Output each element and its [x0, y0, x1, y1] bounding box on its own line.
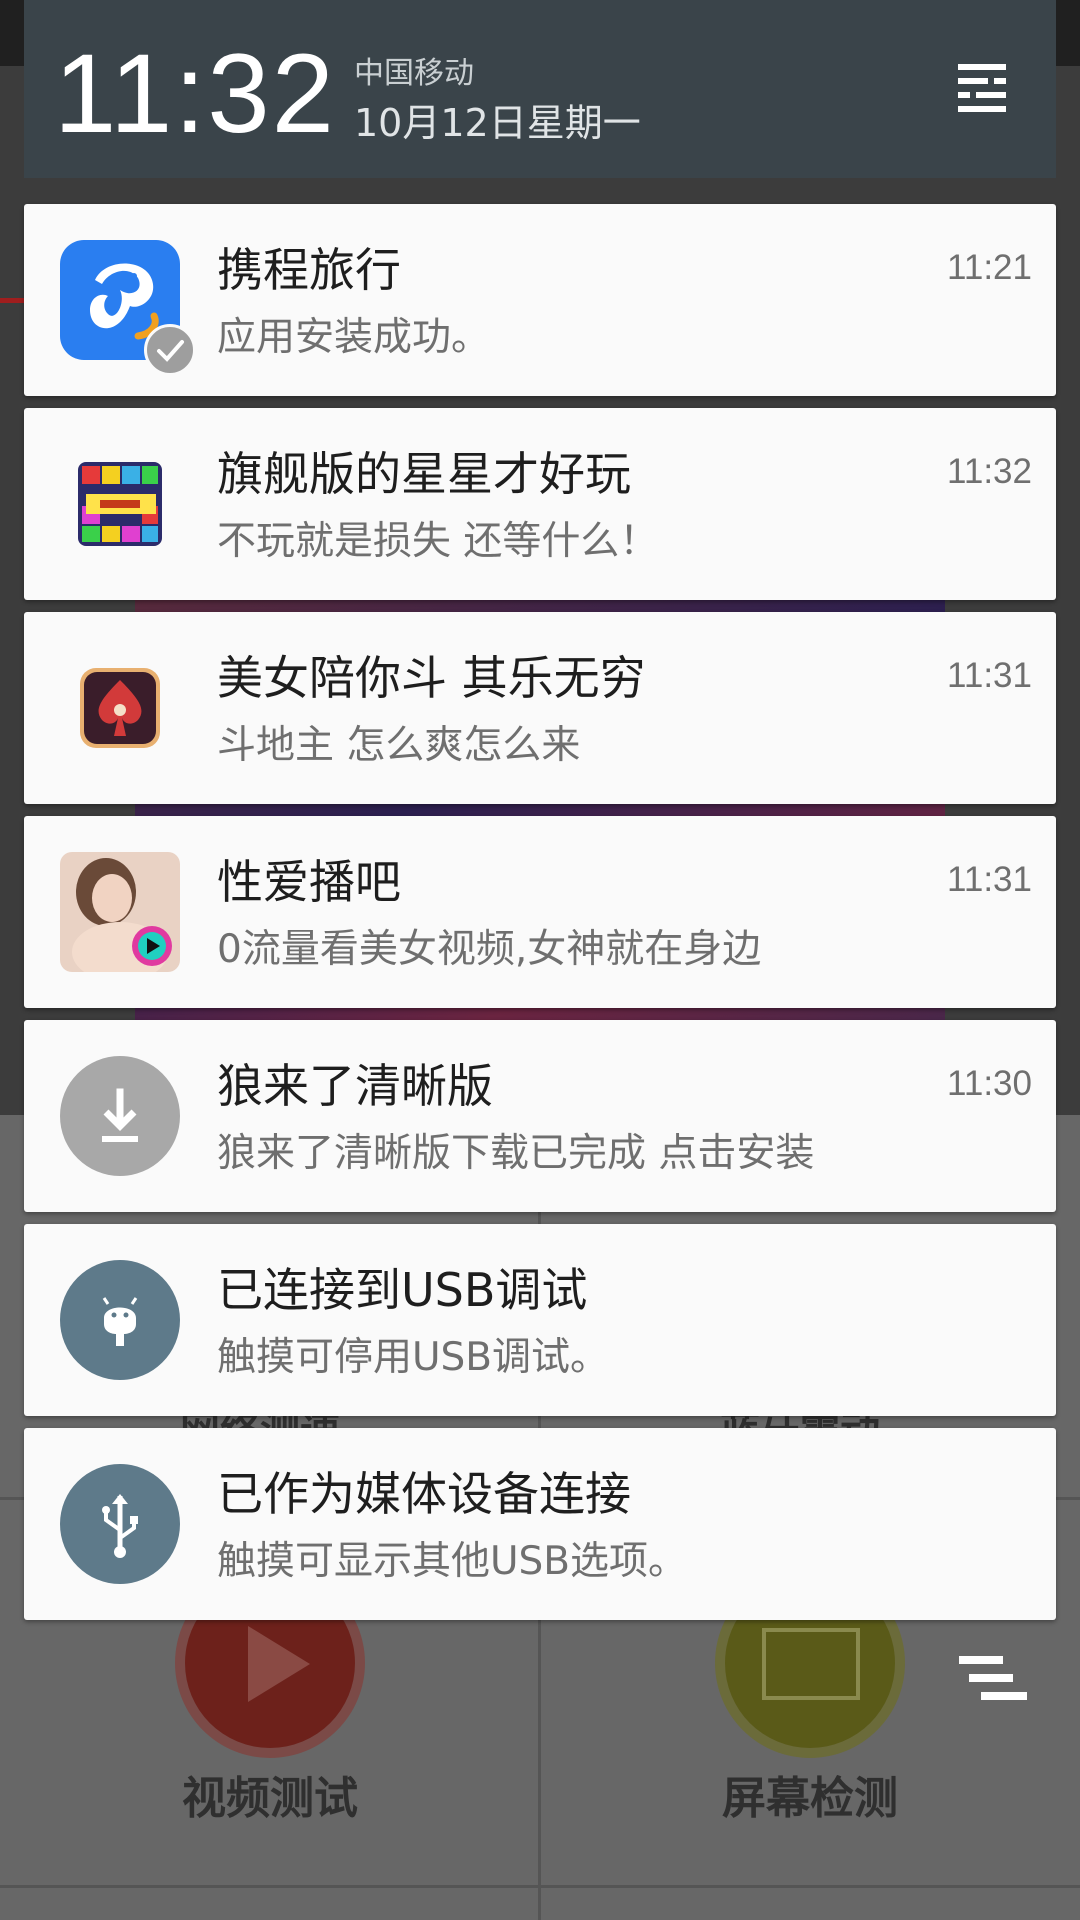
clock: 11:32 — [54, 31, 336, 156]
notification-card-popstar[interactable]: 旗舰版的星星才好玩 不玩就是损失 还等什么！ 11:32 — [24, 408, 1056, 600]
notification-text: 不玩就是损失 还等什么！ — [217, 519, 659, 564]
screen-icon — [762, 1628, 860, 1700]
check-badge-icon — [144, 324, 196, 376]
notification-title: 已连接到USB调试 — [217, 1263, 588, 1317]
screen-test-label: 屏幕检测 — [722, 1773, 898, 1824]
notification-card-video-app[interactable]: 性爱播吧 0流量看美女视频,女神就在身边 11:31 — [24, 816, 1056, 1008]
download-icon — [60, 1056, 180, 1176]
notification-text: 斗地主 怎么爽怎么来 — [217, 723, 581, 768]
notification-card-usb-debugging[interactable]: 已连接到USB调试 触摸可停用USB调试。 — [24, 1224, 1056, 1416]
popstar-game-icon — [60, 444, 180, 564]
notification-time: 11:31 — [947, 656, 1032, 695]
notification-title: 性爱播吧 — [217, 855, 401, 909]
notification-title: 携程旅行 — [217, 243, 401, 297]
usb-icon — [60, 1464, 180, 1584]
notification-text: 触摸可停用USB调试。 — [217, 1335, 610, 1380]
notification-card-ctrip[interactable]: 携程旅行 应用安装成功。 11:21 — [24, 204, 1056, 396]
notification-title: 旗舰版的星星才好玩 — [217, 447, 631, 501]
date-label: 10月12日星期一 — [354, 101, 641, 145]
notification-text: 0流量看美女视频,女神就在身边 — [217, 927, 762, 972]
video-app-icon — [60, 852, 180, 982]
notification-title: 美女陪你斗 其乐无穷 — [217, 651, 646, 705]
ctrip-dolphin-icon — [60, 240, 196, 376]
notification-time: 11:32 — [947, 452, 1032, 491]
video-test-label: 视频测试 — [182, 1773, 358, 1824]
notification-card-usb-media[interactable]: 已作为媒体设备连接 触摸可显示其他USB选项。 — [24, 1428, 1056, 1620]
carrier-label: 中国移动 — [354, 56, 474, 91]
android-debug-icon — [60, 1260, 180, 1380]
notification-text: 应用安装成功。 — [217, 315, 491, 360]
notification-time: 11:21 — [947, 248, 1032, 287]
poker-spade-icon — [60, 648, 180, 768]
notification-text: 触摸可显示其他USB选项。 — [217, 1539, 688, 1584]
play-icon — [248, 1626, 310, 1702]
notification-time: 11:30 — [947, 1064, 1032, 1103]
background-divider — [0, 1885, 1080, 1888]
notification-title: 已作为媒体设备连接 — [217, 1467, 631, 1521]
notification-shade-header: 11:32 中国移动 10月12日星期一 — [24, 0, 1056, 178]
notification-card-download[interactable]: 狼来了清晰版 狼来了清晰版下载已完成 点击安装 11:30 — [24, 1020, 1056, 1212]
notification-time: 11:31 — [947, 860, 1032, 899]
notification-title: 狼来了清晰版 — [217, 1059, 493, 1113]
notification-text: 狼来了清晰版下载已完成 点击安装 — [217, 1131, 815, 1176]
settings-menu-icon[interactable] — [954, 62, 1010, 114]
notification-card-doudizhu[interactable]: 美女陪你斗 其乐无穷 斗地主 怎么爽怎么来 11:31 — [24, 612, 1056, 804]
clear-all-icon[interactable] — [955, 1652, 1031, 1704]
